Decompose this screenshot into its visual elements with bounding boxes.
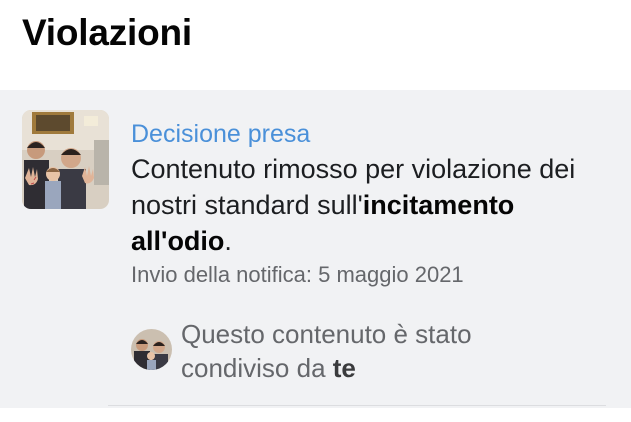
divider xyxy=(108,405,606,406)
violation-message: Contenuto rimosso per violazione dei nos… xyxy=(131,151,611,259)
header: Violazioni xyxy=(0,0,631,90)
avatar-image xyxy=(131,329,172,370)
shared-by-label: Questo contenuto è stato condiviso da xyxy=(181,319,472,383)
violation-card[interactable]: Decisione presa Contenuto rimosso per vi… xyxy=(0,90,631,408)
decision-status: Decisione presa xyxy=(131,120,311,148)
shared-by-text: Questo contenuto è stato condiviso da te xyxy=(181,317,581,385)
avatar xyxy=(131,329,172,370)
violation-details: Decisione presa Contenuto rimosso per vi… xyxy=(131,118,611,290)
page-title: Violazioni xyxy=(22,12,193,53)
post-photo-image xyxy=(22,110,109,209)
message-end: . xyxy=(224,226,232,256)
notification-date: Invio della notifica: 5 maggio 2021 xyxy=(131,262,464,287)
shared-by-user: te xyxy=(332,353,356,383)
post-thumbnail[interactable] xyxy=(22,110,109,209)
